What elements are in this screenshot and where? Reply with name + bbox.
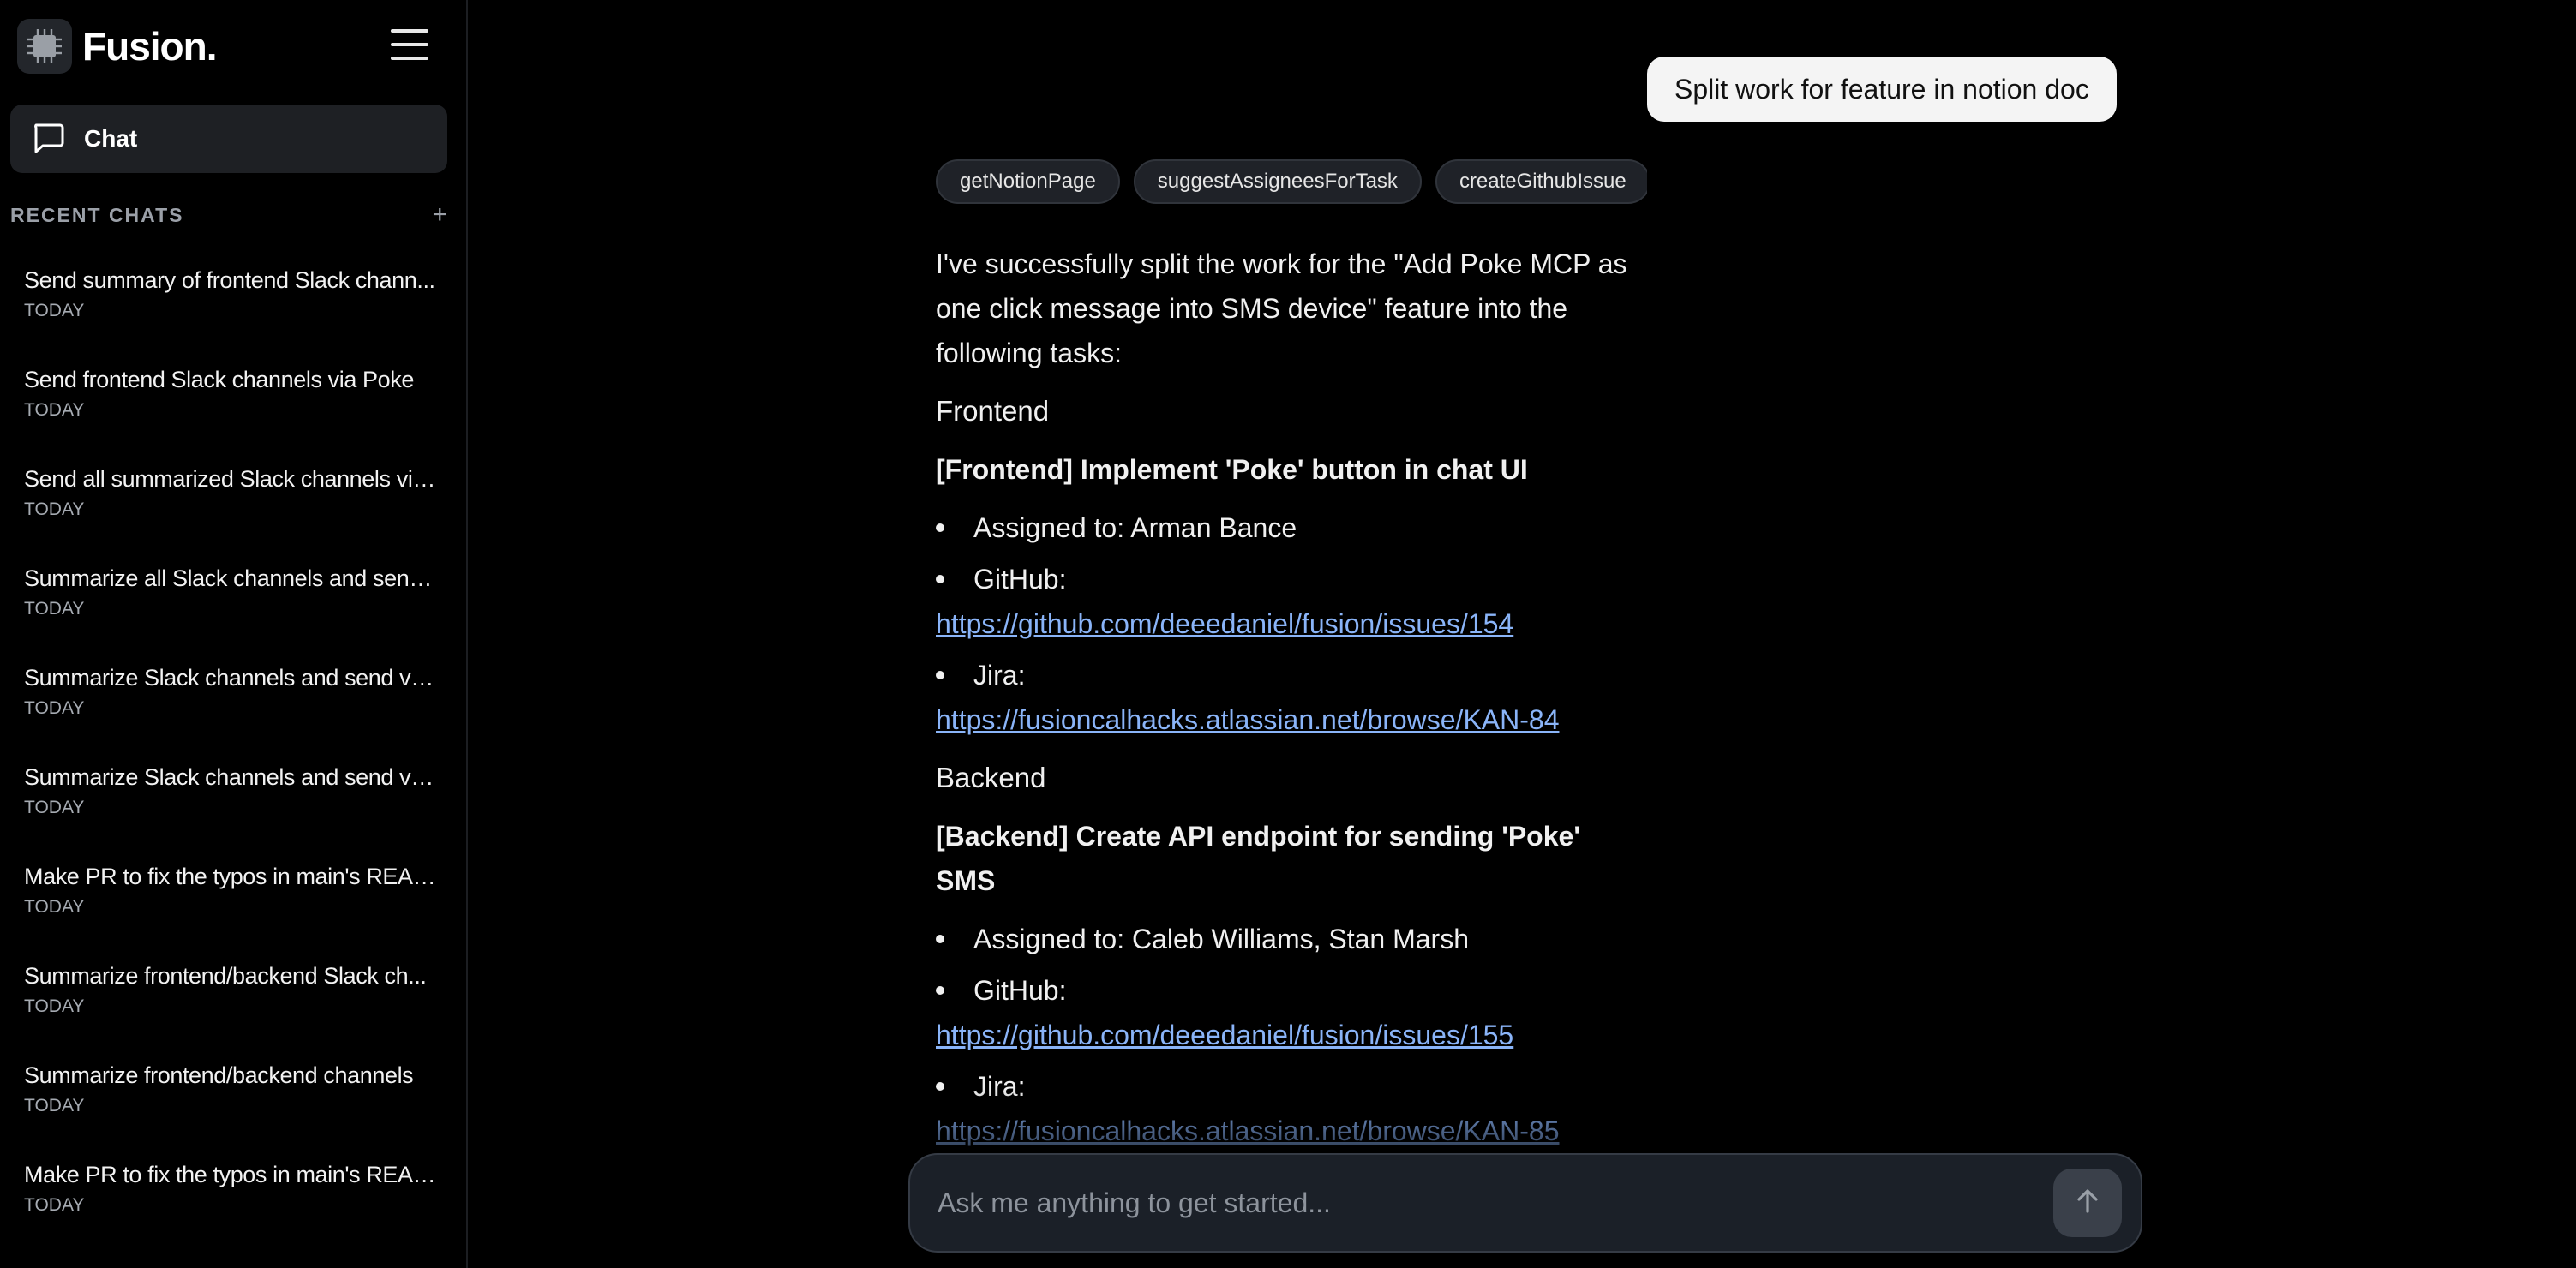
list-item[interactable]: Send frontend Slack channels via Poke TO… bbox=[24, 367, 437, 466]
tool-pill-suggest-assignees[interactable]: suggestAssigneesForTask bbox=[1133, 159, 1422, 204]
message-composer bbox=[908, 1153, 2142, 1253]
list-item[interactable]: Summarize Slack channels and send via...… bbox=[24, 665, 437, 764]
tool-pill-create-github-issue[interactable]: createGithubIssue bbox=[1435, 159, 1647, 204]
chat-title: Make PR to fix the typos in main's READ.… bbox=[24, 864, 437, 889]
chat-main: Split work for feature in notion doc get… bbox=[470, 0, 2576, 1268]
github-issue-link[interactable]: https://github.com/deeedaniel/fusion/iss… bbox=[936, 1013, 1647, 1057]
jira-item: Jira: https://fusioncalhacks.atlassian.n… bbox=[936, 1064, 1647, 1153]
jira-label: Jira: bbox=[973, 1071, 1026, 1102]
chat-date: TODAY bbox=[24, 897, 85, 917]
app-name: Fusion. bbox=[82, 24, 218, 69]
tool-calls: getNotionPage suggestAssigneesForTask cr… bbox=[936, 159, 1647, 204]
chat-title: Send summary of frontend Slack chann... bbox=[24, 267, 435, 293]
chat-title: Send frontend Slack channels via Poke bbox=[24, 367, 414, 392]
recent-chats-list: Send summary of frontend Slack chann... … bbox=[24, 267, 437, 1261]
assignee-item: Assigned to: Caleb Williams, Stan Marsh bbox=[936, 917, 1647, 961]
github-label: GitHub: bbox=[973, 975, 1067, 1006]
app-logo[interactable]: Fusion. bbox=[17, 19, 218, 74]
section-heading-frontend: Frontend bbox=[936, 395, 1050, 427]
chat-date: TODAY bbox=[24, 400, 85, 420]
assistant-intro: I've successfully split the work for the… bbox=[936, 248, 1627, 368]
chat-title: Summarize frontend/backend channels bbox=[24, 1062, 414, 1088]
recent-chats-header: RECENT CHATS + bbox=[10, 202, 447, 228]
user-message: Split work for feature in notion doc bbox=[1647, 57, 2117, 122]
send-button[interactable] bbox=[2053, 1169, 2122, 1237]
chat-date: TODAY bbox=[24, 599, 85, 619]
chat-title: Summarize all Slack channels and send ..… bbox=[24, 565, 437, 591]
chat-title: Send all summarized Slack channels via..… bbox=[24, 466, 437, 492]
chip-logo-icon bbox=[17, 19, 72, 74]
chat-title: Summarize Slack channels and send via... bbox=[24, 764, 437, 790]
list-item[interactable]: Summarize all Slack channels and send ..… bbox=[24, 565, 437, 665]
chat-date: TODAY bbox=[24, 996, 85, 1016]
task-title-backend: [Backend] Create API endpoint for sendin… bbox=[936, 821, 1580, 896]
jira-item: Jira: https://fusioncalhacks.atlassian.n… bbox=[936, 653, 1647, 742]
sidebar: Fusion. Chat RECENT CHATS + Send summary… bbox=[0, 0, 468, 1268]
chat-date: TODAY bbox=[24, 1195, 85, 1215]
chat-date: TODAY bbox=[24, 1096, 85, 1115]
list-item[interactable]: Send all summarized Slack channels via..… bbox=[24, 466, 437, 565]
list-item[interactable]: Make PR to fix the typos in main's READ.… bbox=[24, 864, 437, 963]
chat-title: Summarize Slack channels and send via... bbox=[24, 665, 437, 691]
list-item[interactable]: Summarize Slack channels and send via...… bbox=[24, 764, 437, 864]
assignee-text: Assigned to: Arman Bance bbox=[973, 512, 1297, 543]
sidebar-item-label: Chat bbox=[84, 125, 138, 152]
list-item[interactable]: Make PR to fix the typos in main's READ.… bbox=[24, 1162, 437, 1261]
chat-date: TODAY bbox=[24, 301, 85, 320]
sidebar-item-chat[interactable]: Chat bbox=[10, 105, 447, 173]
task-details-frontend: Assigned to: Arman Bance GitHub: https:/… bbox=[936, 505, 1647, 742]
tool-pill-get-notion-page[interactable]: getNotionPage bbox=[936, 159, 1120, 204]
github-item: GitHub: https://github.com/deeedaniel/fu… bbox=[936, 968, 1647, 1057]
arrow-up-icon bbox=[2073, 1187, 2102, 1220]
github-label: GitHub: bbox=[973, 564, 1067, 595]
message-input[interactable] bbox=[910, 1155, 2053, 1251]
github-item: GitHub: https://github.com/deeedaniel/fu… bbox=[936, 557, 1647, 646]
list-item[interactable]: Summarize frontend/backend channels TODA… bbox=[24, 1062, 437, 1162]
chat-date: TODAY bbox=[24, 499, 85, 519]
github-issue-link[interactable]: https://github.com/deeedaniel/fusion/iss… bbox=[936, 601, 1647, 646]
chat-date: TODAY bbox=[24, 798, 85, 817]
jira-issue-link[interactable]: https://fusioncalhacks.atlassian.net/bro… bbox=[936, 1109, 1647, 1153]
new-chat-plus-icon[interactable]: + bbox=[432, 202, 447, 228]
list-item[interactable]: Summarize frontend/backend Slack ch... T… bbox=[24, 963, 437, 1062]
recent-chats-title: RECENT CHATS bbox=[10, 203, 184, 226]
chat-date: TODAY bbox=[24, 698, 85, 718]
task-details-backend: Assigned to: Caleb Williams, Stan Marsh … bbox=[936, 917, 1647, 1153]
jira-issue-link[interactable]: https://fusioncalhacks.atlassian.net/bro… bbox=[936, 697, 1647, 742]
jira-label: Jira: bbox=[973, 660, 1026, 691]
chat-title: Make PR to fix the typos in main's READ.… bbox=[24, 1162, 437, 1187]
hamburger-menu-icon[interactable] bbox=[391, 29, 428, 63]
section-heading-backend: Backend bbox=[936, 762, 1046, 793]
task-title-frontend: [Frontend] Implement 'Poke' button in ch… bbox=[936, 454, 1528, 485]
list-item[interactable]: Send summary of frontend Slack chann... … bbox=[24, 267, 437, 367]
chat-title: Summarize frontend/backend Slack ch... bbox=[24, 963, 427, 989]
chat-bubble-icon bbox=[31, 120, 65, 158]
assignee-text: Assigned to: Caleb Williams, Stan Marsh bbox=[973, 924, 1469, 954]
assistant-message: I've successfully split the work for the… bbox=[936, 242, 1647, 1167]
assignee-item: Assigned to: Arman Bance bbox=[936, 505, 1647, 550]
